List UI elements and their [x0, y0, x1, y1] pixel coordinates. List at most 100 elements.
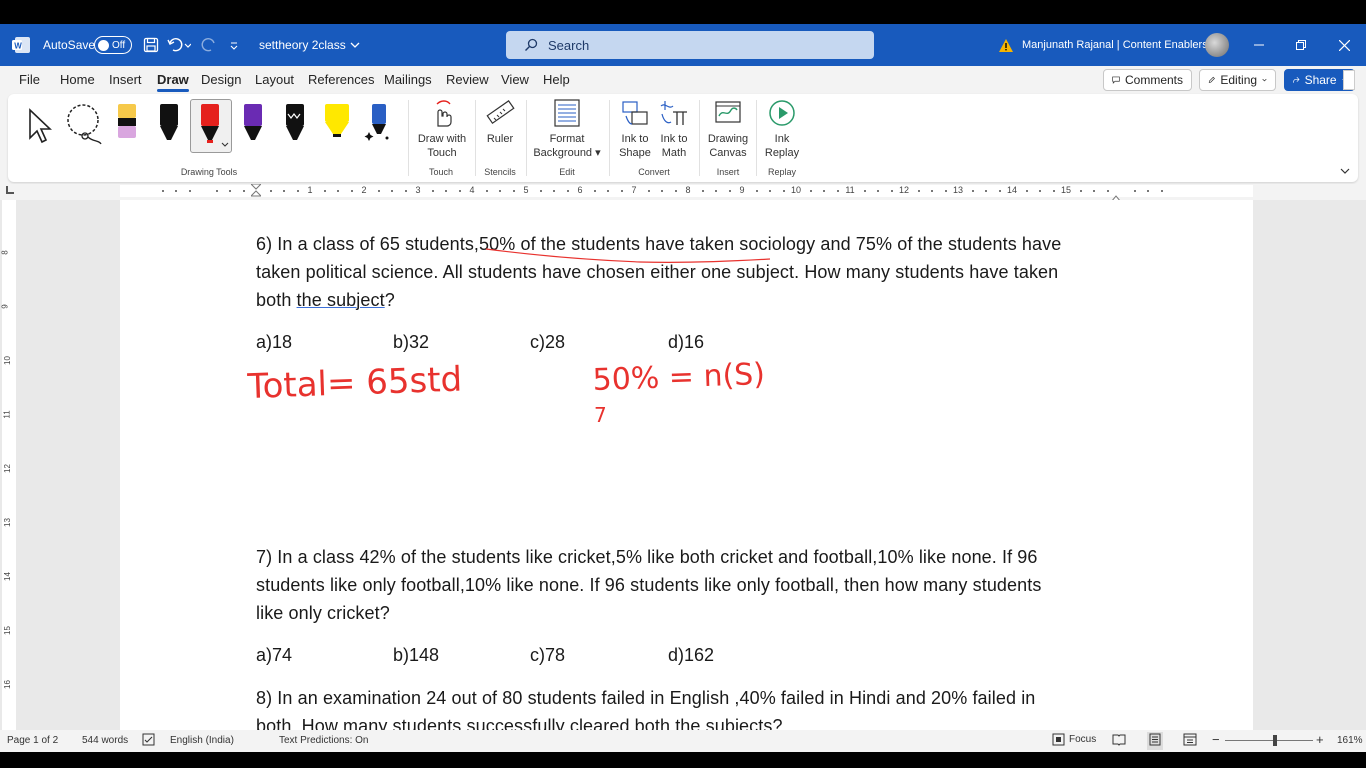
zoom-slider[interactable] [1225, 740, 1313, 741]
tab-design[interactable]: Design [201, 72, 241, 87]
vertical-ruler-number: 11 [2, 410, 12, 419]
tab-references[interactable]: References [308, 72, 374, 87]
format-background-button[interactable]: Format Background ▾ [532, 98, 602, 160]
black-pen-icon[interactable] [151, 100, 187, 146]
document-title[interactable]: settheory 2class [259, 24, 360, 66]
collapse-ribbon-icon[interactable] [1340, 162, 1350, 180]
close-button[interactable] [1323, 24, 1365, 66]
q7-option-a: a)74 [256, 645, 293, 665]
document-page[interactable]: 6) In a class of 65 students,50% of the … [120, 200, 1253, 730]
ruler-number: 8 [685, 185, 691, 195]
language[interactable]: English (India) [170, 735, 234, 746]
draw-with-touch-button[interactable]: Draw with Touch [412, 98, 472, 160]
editing-mode-button[interactable]: Editing [1199, 69, 1276, 91]
purple-pen-icon[interactable] [235, 100, 271, 146]
format-background-line1: Format [549, 133, 585, 145]
account-name[interactable]: Manjunath Rajanal | Content Enablers [1022, 24, 1208, 66]
ruler-tick [1093, 190, 1095, 192]
q6-line3: both the subject? [256, 286, 1116, 314]
restore-button[interactable] [1280, 24, 1322, 66]
tab-review[interactable]: Review [446, 72, 489, 87]
chevron-down-icon [350, 42, 360, 48]
horizontal-ruler[interactable]: 1 2 3 4 5 6 7 8 9 10 11 12 13 14 15 [0, 183, 1366, 203]
avatar[interactable] [1205, 24, 1229, 66]
save-icon[interactable] [143, 24, 159, 66]
word-count[interactable]: 544 words [82, 735, 128, 746]
galaxy-pen-icon[interactable] [361, 100, 397, 146]
ink-replay-button[interactable]: Ink Replay [762, 98, 802, 160]
ruler-tick [1160, 190, 1163, 192]
draw-with-touch-line2: Touch [427, 147, 457, 159]
print-layout-icon[interactable] [1147, 732, 1163, 750]
editing-label: Editing [1220, 73, 1258, 87]
vertical-ruler-number: 16 [2, 680, 12, 689]
tab-view[interactable]: View [501, 72, 529, 87]
drawing-canvas-button[interactable]: Drawing Canvas [705, 98, 751, 160]
comments-button[interactable]: Comments [1103, 69, 1192, 91]
highlighter-pen-icon[interactable] [109, 100, 145, 146]
q6-line1: 6) In a class of 65 students,50% of the … [256, 230, 1116, 258]
zoom-out-icon[interactable]: − [1212, 732, 1220, 747]
vertical-ruler-number: 15 [2, 626, 12, 635]
tab-help[interactable]: Help [543, 72, 570, 87]
ruler-tick [674, 190, 677, 192]
ruler-tick [944, 190, 947, 192]
pattern-pen-icon[interactable] [277, 100, 313, 146]
zoom-in-icon[interactable]: + [1316, 732, 1324, 747]
page-count[interactable]: Page 1 of 2 [7, 735, 58, 746]
zoom-slider-thumb[interactable] [1273, 735, 1277, 746]
tab-mailings[interactable]: Mailings [384, 72, 432, 87]
ruler-tick [229, 190, 231, 192]
tab-draw[interactable]: Draw [157, 72, 189, 92]
tab-selector-icon[interactable] [6, 186, 14, 194]
autosave-toggle[interactable]: Off [94, 24, 132, 66]
zoom-level[interactable]: 161% [1337, 735, 1363, 746]
ruler-tick [175, 190, 177, 192]
ruler-number: 3 [415, 185, 421, 195]
tab-home[interactable]: Home [60, 72, 95, 87]
lasso-select-icon[interactable] [63, 100, 102, 146]
ruler-number: 2 [361, 185, 367, 195]
warning-icon[interactable] [998, 24, 1014, 66]
q7-line1: 7) In a class 42% of the students like c… [256, 547, 1038, 567]
q7-line3: like only cricket? [256, 603, 390, 623]
ink-to-math-button[interactable]: Ink to Math [656, 98, 692, 160]
tab-insert[interactable]: Insert [109, 72, 142, 87]
q7-option-b: b)148 [393, 645, 440, 665]
search-box[interactable]: Search [506, 31, 874, 59]
ruler-label: Ruler [486, 133, 514, 145]
ribbon-separator [756, 100, 757, 176]
group-replay: Replay [767, 167, 797, 177]
text-predictions[interactable]: Text Predictions: On [279, 735, 368, 746]
proofing-icon[interactable] [142, 733, 155, 749]
ribbon-separator [609, 100, 610, 176]
ruler-number: 7 [631, 185, 637, 195]
ribbon-scroll-handle[interactable] [1343, 70, 1355, 90]
focus-button[interactable]: Focus [1052, 733, 1096, 746]
select-objects-icon[interactable] [22, 100, 58, 146]
ink-to-math-line1: Ink to [660, 133, 688, 145]
ruler-tick [391, 190, 393, 192]
redo-icon[interactable] [201, 24, 217, 66]
customize-toolbar-icon[interactable] [229, 24, 239, 66]
ruler-number: 4 [469, 185, 475, 195]
yellow-highlighter-icon[interactable] [319, 100, 355, 146]
red-pen-icon[interactable] [190, 99, 232, 153]
vertical-ruler-number: 12 [2, 464, 12, 473]
undo-icon[interactable] [167, 24, 191, 66]
document-area[interactable]: 891011121314151617 6) In a class of 65 s… [0, 200, 1366, 730]
tab-file[interactable]: File [19, 72, 40, 87]
ruler-tick [1025, 190, 1028, 192]
ink-to-shape-button[interactable]: Ink to Shape [616, 98, 654, 160]
ruler-tick [917, 190, 920, 192]
svg-text:W: W [14, 42, 22, 51]
question-7: 7) In a class 42% of the students like c… [256, 543, 1116, 627]
minimize-button[interactable] [1238, 24, 1280, 66]
ruler-number: 14 [1006, 185, 1018, 195]
ribbon-tabs: File Home Insert Draw Design Layout Refe… [0, 66, 1366, 94]
read-mode-icon[interactable] [1112, 733, 1126, 749]
draw-with-touch-line1: Draw with [417, 133, 467, 145]
tab-layout[interactable]: Layout [255, 72, 294, 87]
ruler-button[interactable]: Ruler [482, 98, 518, 146]
web-layout-icon[interactable] [1183, 733, 1197, 749]
